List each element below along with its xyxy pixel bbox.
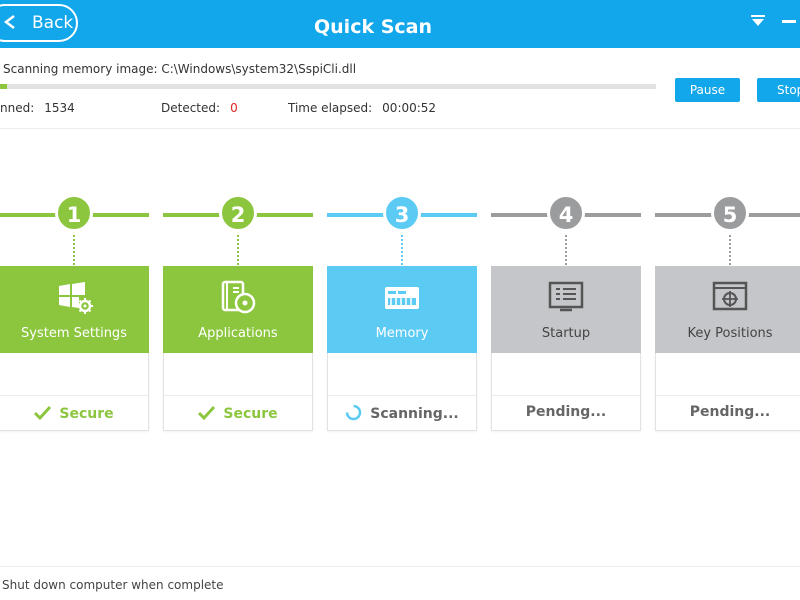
step-status: Secure (164, 404, 312, 422)
step-status-text: Secure (59, 406, 114, 422)
detected-count: Detected: 0 (161, 101, 238, 115)
minimize-icon[interactable] (782, 20, 796, 23)
step-panel: Applications (163, 266, 313, 353)
step-connector (73, 235, 75, 265)
step-status-text: Scanning... (370, 406, 459, 422)
applications-icon (221, 280, 256, 314)
step-status-divider (0, 395, 148, 396)
menu-dropdown-icon[interactable] (751, 15, 765, 27)
step-status: Pending... (492, 404, 640, 420)
stop-button[interactable]: Stop (757, 78, 800, 102)
step-status-divider (656, 395, 800, 396)
step-number: 3 (383, 194, 421, 232)
scanned-label: nned: (0, 101, 35, 115)
step-panel: Memory (327, 266, 477, 353)
header-divider (0, 128, 800, 129)
scanned-count: nned: 1534 (0, 101, 75, 115)
step-label: Key Positions (687, 326, 773, 341)
step-status-box: Secure (163, 353, 313, 431)
step-status-text: Pending... (525, 404, 607, 420)
step-panel: Key Positions (655, 266, 800, 353)
elapsed-label: Time elapsed: (288, 101, 373, 115)
pause-button[interactable]: Pause (675, 78, 740, 102)
step-status-divider (492, 395, 640, 396)
key-positions-icon (712, 281, 748, 311)
step-connector (401, 235, 403, 265)
check-icon (198, 405, 216, 421)
elapsed-value: 00:00:52 (382, 101, 437, 115)
footer-divider (0, 566, 800, 567)
shutdown-when-complete-option[interactable]: Shut down computer when complete (2, 578, 224, 592)
step-connector (237, 235, 239, 265)
step-status: Secure (0, 404, 148, 422)
check-icon (34, 405, 52, 421)
step-connector (565, 235, 567, 265)
step-status: Scanning... (328, 404, 476, 422)
spinner-icon (345, 404, 362, 421)
step-card-applications: 2 Applications Secure (163, 194, 313, 431)
startup-icon (548, 281, 584, 312)
step-panel: System Settings (0, 266, 149, 353)
step-status-box: Pending... (491, 353, 641, 431)
step-status-divider (164, 395, 312, 396)
step-card-memory: 3 Memory Scanning... (327, 194, 477, 431)
time-elapsed: Time elapsed: 00:00:52 (288, 101, 436, 115)
scan-status-text: Scanning memory image: C:\Windows\system… (3, 62, 357, 76)
title-bar: Back Quick Scan (0, 0, 800, 48)
step-status-box: Scanning... (327, 353, 477, 431)
step-panel: Startup (491, 266, 641, 353)
step-status-box: Pending... (655, 353, 800, 431)
step-label: Startup (541, 326, 591, 341)
step-connector (729, 235, 731, 265)
step-number: 5 (711, 194, 749, 232)
detected-value: 0 (230, 101, 238, 115)
step-number: 4 (547, 194, 585, 232)
memory-icon (385, 287, 419, 309)
step-label: Applications (198, 326, 278, 341)
scanned-value: 1534 (44, 101, 75, 115)
step-number: 2 (219, 194, 257, 232)
window-title: Quick Scan (314, 16, 432, 38)
step-label: Memory (375, 326, 429, 341)
step-status: Pending... (656, 404, 800, 420)
windows-gear-icon (59, 282, 93, 314)
step-status-text: Pending... (689, 404, 771, 420)
scan-progress-fill (0, 84, 7, 89)
step-label: System Settings (21, 326, 127, 341)
step-status-divider (328, 395, 476, 396)
step-number: 1 (55, 194, 93, 232)
detected-label: Detected: (161, 101, 221, 115)
step-card-key-positions: 5 Key Positions Pending... (655, 194, 800, 431)
step-status-box: Secure (0, 353, 149, 431)
step-card-system-settings: 1 System Settings Secure (0, 194, 149, 431)
step-card-startup: 4 Startup Pending... (491, 194, 641, 431)
scan-progress-bar (0, 84, 656, 89)
step-status-text: Secure (223, 406, 278, 422)
